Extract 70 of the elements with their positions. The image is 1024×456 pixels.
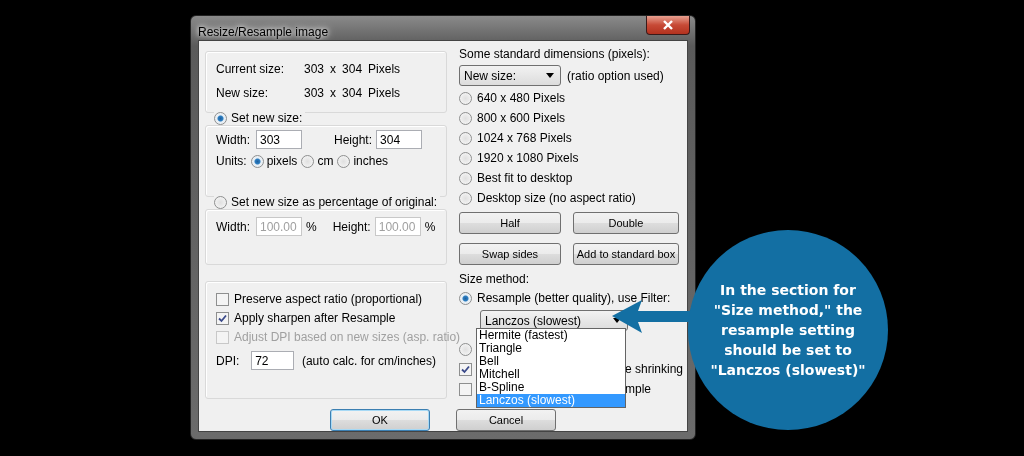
callout-text: In the section for "Size method," the resample setting should be set to "Lanczos (slowest)" xyxy=(710,281,866,380)
radio-button[interactable] xyxy=(459,151,472,165)
size-button[interactable]: Swap sides xyxy=(459,243,561,265)
size-value: 304 xyxy=(342,86,363,100)
radio-button[interactable] xyxy=(459,131,472,145)
caret-icon xyxy=(546,73,554,78)
dpi-field[interactable]: 72 xyxy=(251,351,294,370)
size-button[interactable]: Add to standard box xyxy=(573,243,679,265)
field-label: Height: xyxy=(334,132,373,147)
unit-label: Pixels xyxy=(368,62,401,76)
dpi-note: (auto calc. for cm/inches) xyxy=(301,353,436,368)
radio-button[interactable] xyxy=(459,342,472,356)
radio-button[interactable] xyxy=(459,111,472,125)
unit-option: cm xyxy=(317,154,334,168)
radio-button[interactable] xyxy=(459,291,472,305)
size-button[interactable]: Double xyxy=(573,212,679,234)
size-dropdown[interactable]: New size: xyxy=(459,65,561,86)
height-field[interactable]: 304 xyxy=(376,130,423,149)
radio-button[interactable] xyxy=(214,111,227,125)
checkbox[interactable] xyxy=(216,292,229,306)
size-option: 640 x 480 Pixels xyxy=(477,91,566,105)
checkbox[interactable] xyxy=(459,362,472,376)
ok-button[interactable]: OK xyxy=(330,409,430,431)
section-title: Some standard dimensions (pixels): xyxy=(459,47,651,61)
field-label: DPI: xyxy=(216,353,241,368)
window-title: Resize/Resample image xyxy=(198,25,329,39)
radio-button[interactable] xyxy=(459,171,472,185)
unit-label: Pixels xyxy=(368,86,401,100)
cancel-button[interactable]: Cancel xyxy=(456,409,556,431)
radio-button[interactable] xyxy=(459,191,472,205)
size-button[interactable]: Half xyxy=(459,212,561,234)
field-label: Width: xyxy=(216,132,251,147)
section-title: Size method: xyxy=(459,272,531,286)
checkbox[interactable] xyxy=(459,382,472,396)
size-option: Desktop size (no aspect ratio) xyxy=(477,191,636,205)
radio-button[interactable] xyxy=(250,154,264,168)
dropdown-note: (ratio option used) xyxy=(567,68,664,83)
field-label: Width: xyxy=(216,219,251,234)
radio-button[interactable] xyxy=(337,154,351,168)
radio-button[interactable] xyxy=(301,154,315,168)
checkbox-label: Preserve aspect ratio (proportional) xyxy=(234,292,423,306)
close-icon xyxy=(662,20,674,30)
times-sign: x xyxy=(330,86,337,100)
size-label: Current size: xyxy=(216,62,286,76)
unit-option: inches xyxy=(353,154,389,168)
units-label: Units: xyxy=(216,154,247,168)
size-label: New size: xyxy=(216,86,269,100)
close-button[interactable] xyxy=(646,16,690,35)
size-value: 303 xyxy=(304,86,325,100)
size-option: 800 x 600 Pixels xyxy=(477,111,566,125)
size-option: Best fit to desktop xyxy=(477,171,573,185)
checkbox-label: Adjust DPI based on new sizes (asp. ratio) xyxy=(234,330,461,344)
percent-sign: % xyxy=(424,219,436,234)
option-label: Resample (better quality), use Filter: xyxy=(477,291,671,305)
size-option: 1920 x 1080 Pixels xyxy=(477,151,579,165)
option-label: Set new size: xyxy=(231,111,303,125)
option-label: e shrinking xyxy=(625,362,684,376)
radio-button[interactable] xyxy=(459,91,472,105)
option-label: Set new size as percentage of original: xyxy=(231,195,438,209)
checkbox-label: Apply sharpen after Resample xyxy=(234,311,396,325)
size-option: 1024 x 768 Pixels xyxy=(477,131,572,145)
width-field[interactable]: 303 xyxy=(256,130,302,149)
size-value: 304 xyxy=(342,62,363,76)
option-label: mple xyxy=(625,382,651,396)
field-label: Height: xyxy=(332,219,371,234)
checkbox[interactable] xyxy=(216,311,229,325)
unit-option: pixels xyxy=(266,154,298,168)
size-value: 303 xyxy=(304,62,325,76)
times-sign: x xyxy=(330,62,337,76)
percent-sign: % xyxy=(306,219,317,234)
